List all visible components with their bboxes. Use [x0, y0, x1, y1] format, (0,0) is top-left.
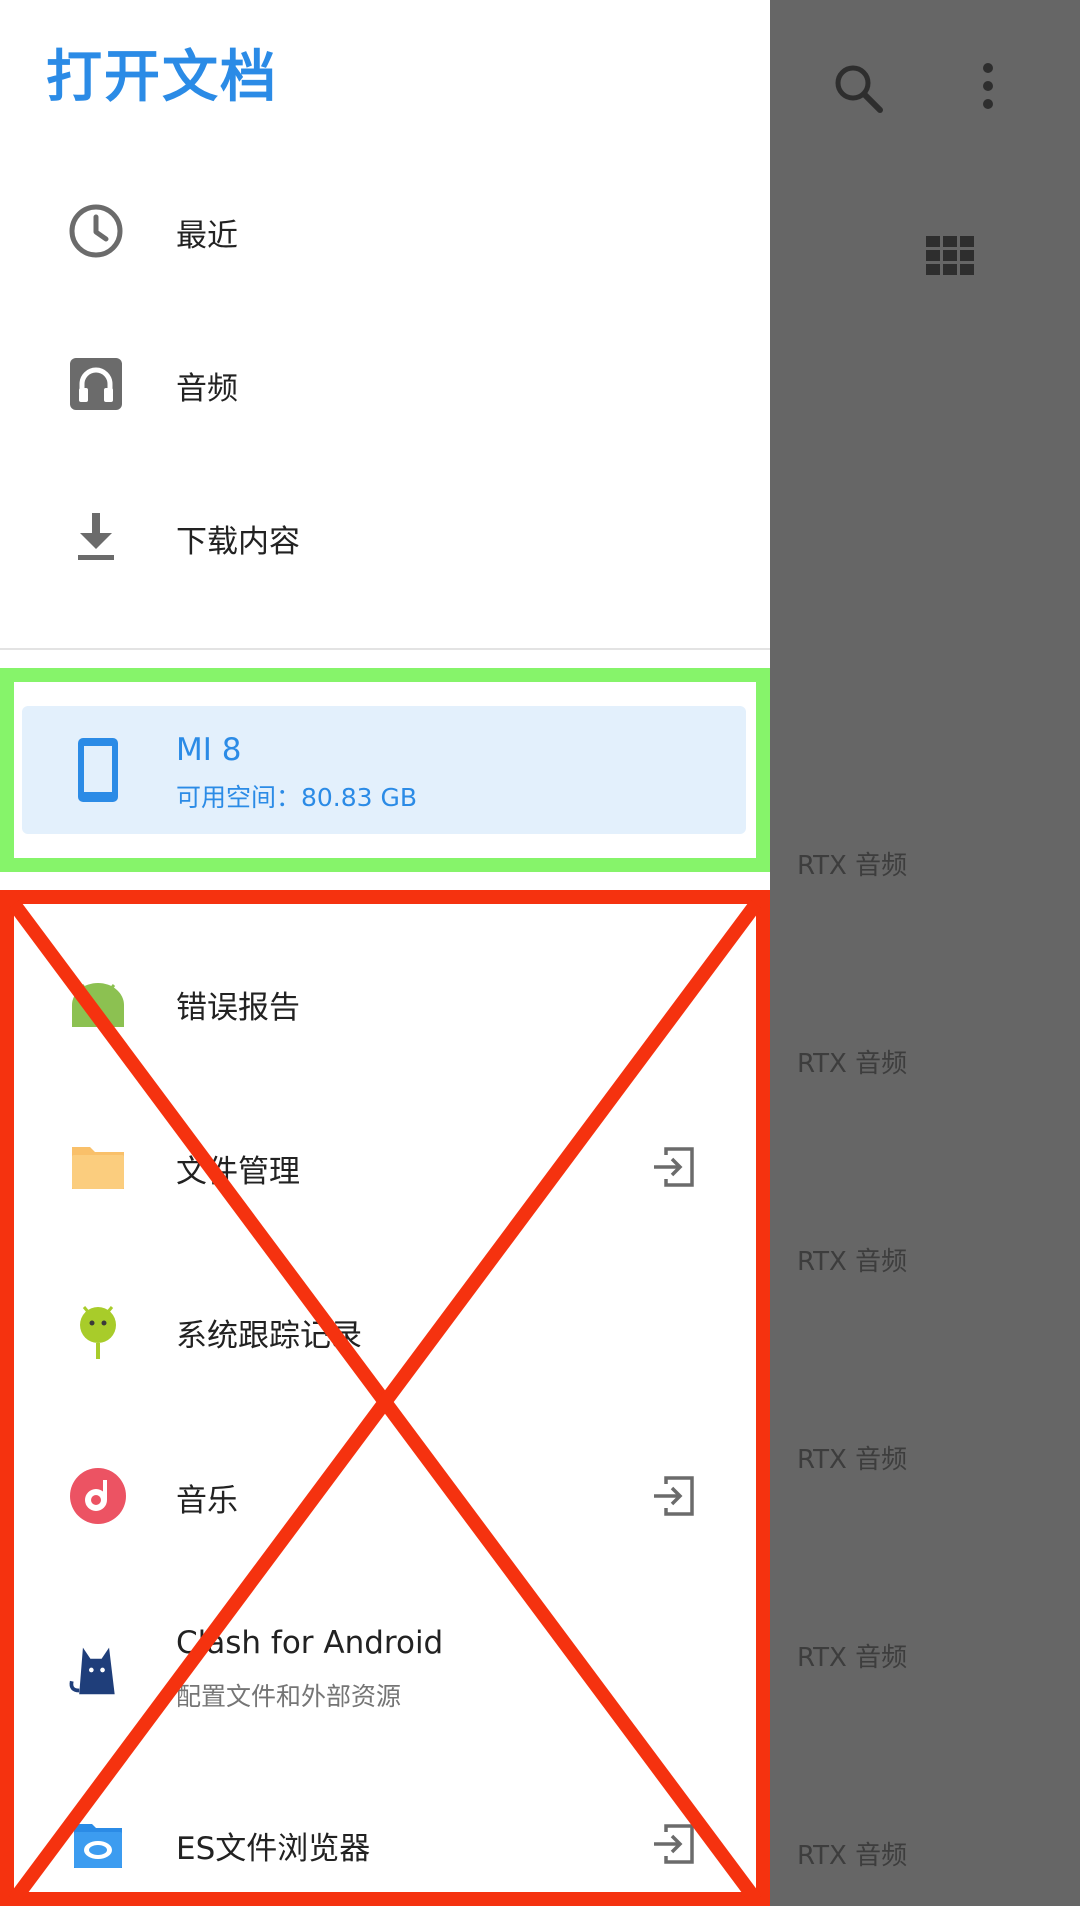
open-external-icon[interactable] — [652, 1145, 696, 1189]
background-list-item[interactable]: RTX 音频 — [797, 1043, 907, 1080]
background-list-item[interactable]: RTX 音频 — [797, 1439, 907, 1476]
drawer-item-label: 系统跟踪记录 — [176, 1318, 362, 1354]
more-vertical-icon[interactable] — [960, 60, 1016, 116]
open-external-icon[interactable] — [652, 1474, 696, 1518]
download-icon — [78, 513, 114, 560]
storage-free-space: 可用空间：80.83 GB — [176, 783, 418, 812]
drawer-item-music[interactable]: 音乐 — [0, 1421, 770, 1571]
drawer-item-bug-report[interactable]: 错误报告 — [0, 928, 770, 1078]
drawer-item-label: Clash for Android — [176, 1625, 444, 1661]
drawer-item-label: 最近 — [176, 218, 238, 254]
phone-icon — [78, 738, 118, 802]
drawer-item-system-trace[interactable]: 系统跟踪记录 — [0, 1256, 770, 1406]
background-list-item[interactable]: RTX 音频 — [797, 1637, 907, 1674]
drawer-item-sublabel: 配置文件和外部资源 — [176, 1682, 402, 1711]
drawer-item-downloads[interactable]: 下载内容 — [0, 462, 770, 612]
navigation-drawer: 打开文档 最近 音频 下载内容 MI 8 可用空间：80.83 GB 错误报告 … — [0, 0, 770, 1906]
drawer-title: 打开文档 — [46, 45, 278, 110]
search-icon[interactable] — [830, 60, 886, 116]
grid-view-icon[interactable] — [926, 236, 974, 276]
drawer-divider — [0, 648, 770, 650]
folder-icon — [72, 1147, 124, 1189]
background-list-item[interactable]: RTX 音频 — [797, 1835, 907, 1872]
storage-name: MI 8 — [176, 732, 242, 768]
drawer-item-label: 音乐 — [176, 1483, 238, 1519]
drawer-item-audio[interactable]: 音频 — [0, 309, 770, 459]
android-bug-icon — [72, 983, 124, 1027]
drawer-item-recent[interactable]: 最近 — [0, 156, 770, 306]
android-trace-icon — [80, 1306, 116, 1359]
drawer-item-es-file-explorer[interactable]: ES文件浏览器 — [0, 1769, 770, 1906]
drawer-item-file-manager[interactable]: 文件管理 — [0, 1092, 770, 1242]
drawer-item-label: 音频 — [176, 371, 238, 407]
open-external-icon[interactable] — [652, 1822, 696, 1866]
drawer-item-label: 文件管理 — [176, 1154, 300, 1190]
drawer-item-clash[interactable]: Clash for Android 配置文件和外部资源 — [0, 1595, 770, 1745]
clock-icon — [69, 204, 123, 258]
clash-cat-icon — [69, 1647, 115, 1695]
screen: RTX 音频 RTX 音频 RTX 音频 RTX 音频 RTX 音频 RTX 音… — [0, 0, 1080, 1906]
background-list-item[interactable]: RTX 音频 — [797, 845, 907, 882]
headphones-icon — [70, 358, 122, 410]
drawer-item-storage-mi8[interactable]: MI 8 可用空间：80.83 GB — [22, 706, 746, 834]
es-file-explorer-icon — [74, 1824, 122, 1868]
background-list-item[interactable]: RTX 音频 — [797, 1241, 907, 1278]
drawer-item-label: 下载内容 — [176, 524, 300, 560]
drawer-item-label: 错误报告 — [176, 990, 300, 1026]
drawer-item-label: ES文件浏览器 — [176, 1831, 371, 1867]
music-icon — [70, 1468, 126, 1524]
